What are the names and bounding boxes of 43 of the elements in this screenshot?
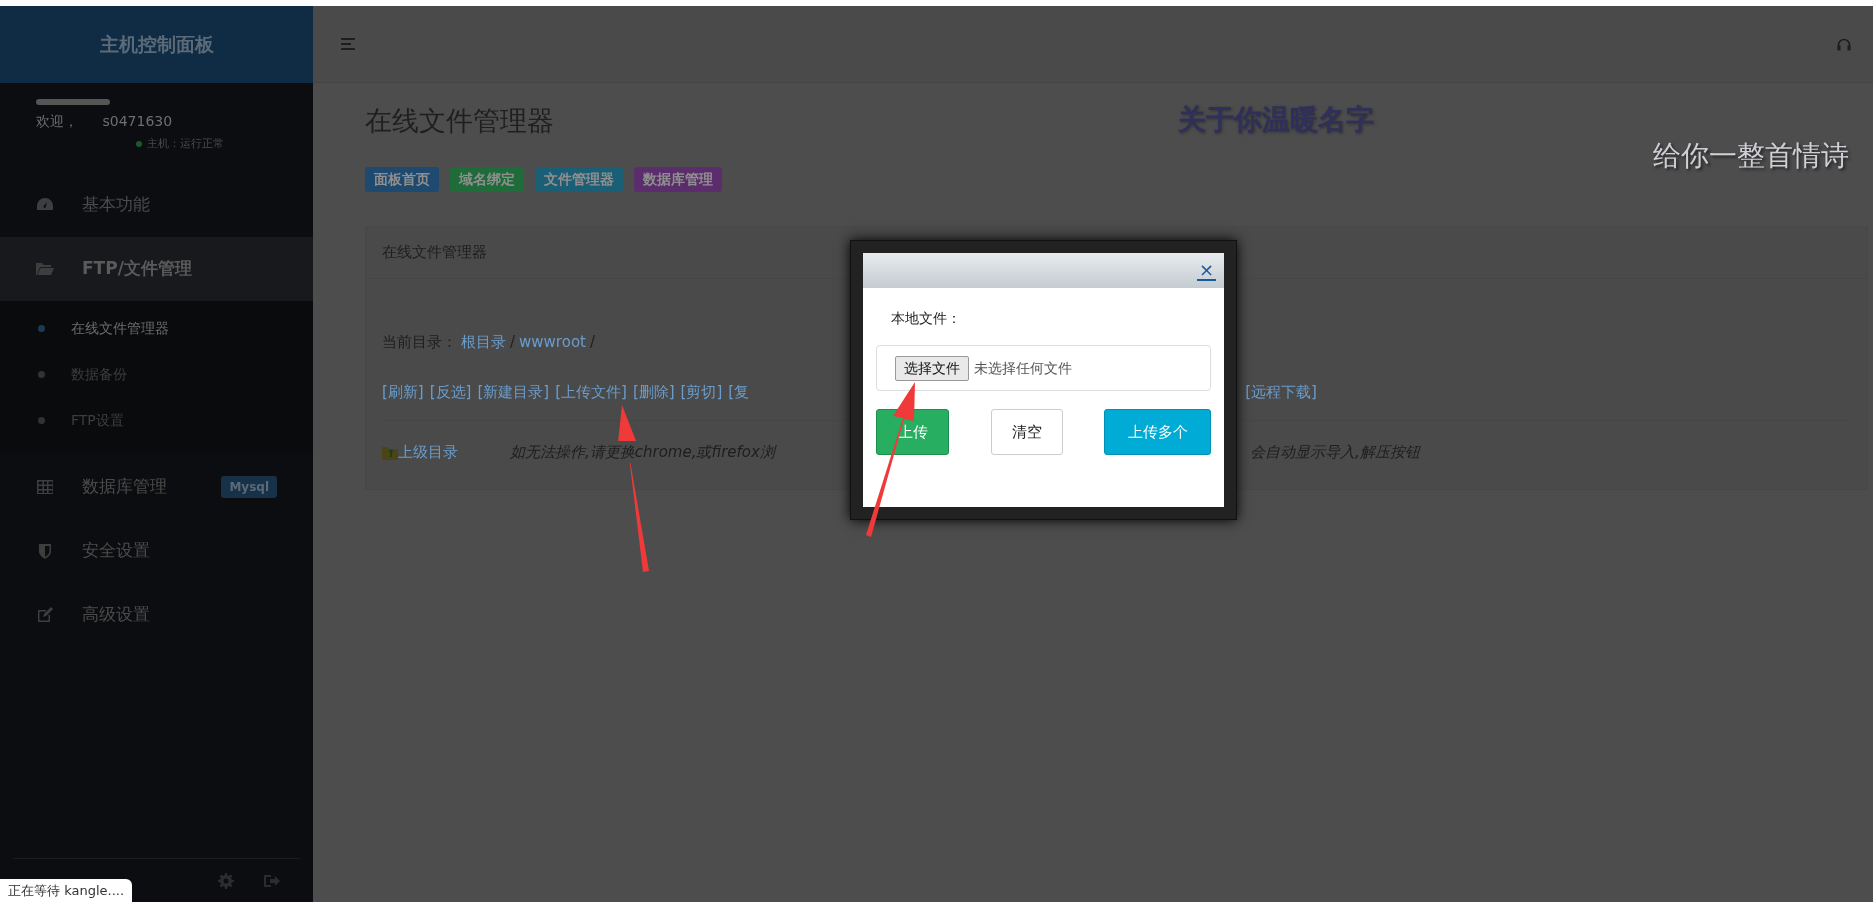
- sidebar-item[interactable]: FTP/文件管理: [0, 237, 313, 301]
- submenu-item[interactable]: 在线文件管理器: [0, 305, 313, 351]
- toolbar-link[interactable]: [远程下载]: [1245, 381, 1317, 404]
- close-button[interactable]: ×: [1196, 260, 1216, 281]
- dialog-button[interactable]: 清空: [990, 409, 1063, 455]
- toolbar-link[interactable]: [反选]: [429, 381, 472, 404]
- folder-up-icon: [382, 444, 398, 460]
- dialog-button[interactable]: 上传多个: [1104, 409, 1211, 455]
- username: s0471630: [102, 113, 173, 129]
- headphones-icon[interactable]: [1837, 37, 1851, 51]
- welcome-text: 欢迎，: [36, 113, 78, 129]
- settings-icon[interactable]: [218, 872, 234, 889]
- brand-title: 主机控制面板: [0, 6, 313, 83]
- parent-directory-link[interactable]: 上级目录: [398, 440, 458, 464]
- breadcrumb-separator: /: [510, 331, 516, 353]
- quick-link[interactable]: 文件管理器: [535, 167, 623, 193]
- toolbar-link[interactable]: [刷新]: [382, 381, 424, 404]
- file-input[interactable]: 选择文件 未选择任何文件: [876, 345, 1211, 391]
- breadcrumb-link[interactable]: wwwroot: [519, 330, 586, 354]
- toolbar-link[interactable]: [删除]: [632, 381, 675, 404]
- sidebar-item[interactable]: 高级设置: [0, 583, 313, 647]
- status-bubble: 正在等待 kangle....: [0, 878, 133, 902]
- toolbar-link[interactable]: [新建目录]: [477, 381, 550, 404]
- grid-icon: [36, 478, 54, 496]
- edit-icon: [36, 606, 54, 624]
- breadcrumb-separator: /: [589, 331, 595, 353]
- folder-icon: [36, 260, 54, 278]
- quick-link[interactable]: 域名绑定: [450, 167, 524, 193]
- menu-icon[interactable]: [341, 38, 355, 50]
- toolbar-link[interactable]: [剪切]: [680, 381, 723, 404]
- logout-icon[interactable]: [264, 873, 280, 888]
- decorative-text: 给你一整首情诗: [1653, 138, 1849, 174]
- menu-badge: Mysql: [221, 476, 277, 498]
- breadcrumb-link[interactable]: 根目录: [461, 330, 506, 354]
- sidebar-item[interactable]: 基本功能: [0, 173, 313, 237]
- toolbar-link[interactable]: [上传文件]: [555, 381, 627, 404]
- toolbar-link[interactable]: [复: [728, 381, 750, 404]
- quick-link[interactable]: 数据库管理: [634, 167, 722, 193]
- quick-link[interactable]: 面板首页: [365, 167, 439, 193]
- sidebar-item[interactable]: 数据库管理 Mysql: [0, 455, 313, 519]
- sidebar-item[interactable]: 安全设置: [0, 519, 313, 583]
- field-label: 本地文件：: [891, 309, 962, 328]
- shield-icon: [36, 542, 54, 560]
